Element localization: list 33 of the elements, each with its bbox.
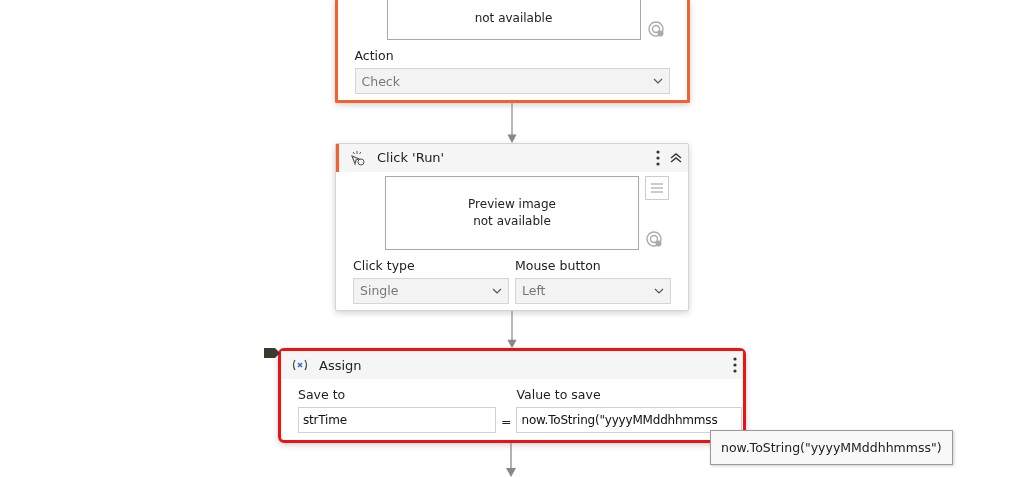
- activity-card[interactable]: not available Action Check: [334, 0, 690, 103]
- chevron-down-icon: [652, 78, 663, 84]
- dropdown[interactable]: Left: [515, 277, 671, 304]
- connector-arrow: [506, 103, 518, 143]
- chevron-down-icon: [492, 287, 502, 294]
- activity-card[interactable]: Click 'Run' Preview image not available Click type Single Mouse button Left: [335, 142, 689, 311]
- input-field[interactable]: strTime: [298, 407, 496, 433]
- field-label: Value to save: [516, 387, 602, 402]
- more-icon[interactable]: [733, 357, 737, 373]
- activity-header[interactable]: Click 'Run': [336, 143, 688, 172]
- equals-sign: =: [500, 414, 513, 431]
- input-field[interactable]: now.ToString("yyyyMMddhhmmss: [516, 407, 743, 433]
- activity-card[interactable]: Assign Save to strTime = Value to save now.ToString("yyyyMMddhhmmss: [278, 348, 746, 443]
- activity-title: Assign: [319, 357, 363, 373]
- dropdown[interactable]: Single: [353, 277, 509, 304]
- field-label: Save to: [298, 387, 347, 402]
- variable-icon: [291, 359, 309, 371]
- cursor-click-icon: [349, 149, 367, 166]
- activity-title: Click 'Run': [377, 150, 446, 166]
- collapse-icon[interactable]: [670, 151, 682, 164]
- activity-header[interactable]: Assign: [281, 351, 743, 379]
- tooltip: now.ToString("yyyyMMddhhmmss"): [710, 430, 953, 465]
- preview-text: not available: [474, 10, 553, 27]
- breakpoint-icon[interactable]: [264, 348, 280, 358]
- field-label: Action: [354, 48, 395, 63]
- more-icon[interactable]: [656, 149, 660, 166]
- field-label: Click type: [353, 257, 416, 273]
- connector-arrow: [506, 310, 518, 348]
- chevron-down-icon: [654, 287, 664, 294]
- connector-arrow: [505, 443, 517, 477]
- field-label: Mouse button: [515, 257, 602, 273]
- preview-text: Preview image not available: [468, 195, 556, 230]
- dropdown[interactable]: Check: [354, 68, 670, 94]
